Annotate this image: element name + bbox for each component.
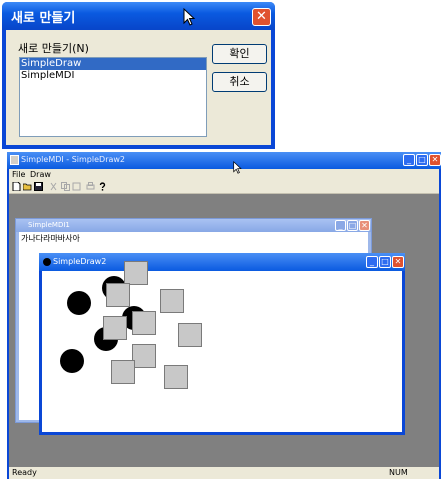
mouse-cursor-icon	[233, 161, 242, 174]
child1-minimize-button[interactable]: _	[335, 220, 346, 231]
drawn-circle	[67, 291, 91, 315]
child1-title-bar[interactable]: SimpleMDI1 _ □ ✕	[16, 219, 371, 232]
child2-minimize-button[interactable]: _	[366, 256, 378, 268]
drawn-square	[111, 360, 135, 384]
dialog-close-button[interactable]: ✕	[252, 8, 271, 26]
drawing-canvas[interactable]	[42, 261, 402, 432]
menu-draw[interactable]: Draw	[30, 169, 51, 180]
drawn-square	[106, 283, 130, 307]
status-bar: Ready NUM	[9, 467, 439, 479]
ok-button[interactable]: 확인	[212, 44, 267, 64]
app-window: SimpleMDI - SimpleDraw2 _ □ ✕ File Draw …	[7, 152, 441, 479]
drawn-square	[164, 365, 188, 389]
document-type-list[interactable]: SimpleDraw SimpleMDI	[19, 57, 207, 137]
dialog-title: 새로 만들기	[11, 11, 76, 26]
drawn-square	[103, 316, 127, 340]
dialog-body: 새로 만들기(N) SimpleDraw SimpleMDI 확인 취소	[6, 30, 271, 145]
drawn-square	[178, 323, 202, 347]
child2-title: SimpleDraw2	[53, 257, 107, 266]
child2-close-button[interactable]: ✕	[392, 256, 404, 268]
child1-maximize-button[interactable]: □	[347, 220, 358, 231]
maximize-button[interactable]: □	[416, 154, 428, 166]
toolbar	[9, 180, 439, 194]
child2-maximize-button[interactable]: □	[379, 256, 391, 268]
drawn-square	[124, 261, 148, 285]
list-label: 새로 만들기(N)	[18, 42, 89, 55]
child-window-simpledraw2[interactable]: SimpleDraw2 _ □ ✕	[39, 253, 405, 435]
open-icon[interactable]	[23, 182, 32, 191]
app-icon	[10, 155, 19, 165]
status-text: Ready	[12, 468, 37, 477]
menu-bar: File Draw	[9, 169, 439, 180]
list-item-simpledraw[interactable]: SimpleDraw	[20, 58, 206, 70]
child2-app-icon	[43, 258, 51, 266]
copy-icon	[61, 182, 70, 191]
save-icon[interactable]	[34, 182, 43, 191]
help-icon[interactable]	[98, 182, 107, 191]
cancel-button[interactable]: 취소	[212, 72, 267, 92]
mdi-client-area: SimpleMDI1 _ □ ✕ 가나다라마바사아 SimpleDraw2 _ …	[9, 194, 439, 467]
app-client: File Draw SimpleMDI1 _ □ ✕ 가나다라마바사아 Simp…	[9, 169, 439, 479]
paste-icon	[72, 182, 81, 191]
drawn-square	[160, 289, 184, 313]
new-icon[interactable]	[12, 182, 21, 191]
drawn-circle	[60, 349, 84, 373]
dialog-title-bar[interactable]: 새로 만들기 ✕	[2, 2, 275, 30]
drawn-square	[132, 344, 156, 368]
new-dialog: 새로 만들기 ✕ 새로 만들기(N) SimpleDraw SimpleMDI …	[2, 2, 275, 149]
app-title-bar[interactable]: SimpleMDI - SimpleDraw2 _ □ ✕	[7, 152, 441, 169]
close-button[interactable]: ✕	[429, 154, 441, 166]
minimize-button[interactable]: _	[403, 154, 415, 166]
mouse-cursor-icon	[183, 8, 196, 26]
drawn-square	[132, 311, 156, 335]
child1-close-button[interactable]: ✕	[359, 220, 370, 231]
child2-title-bar[interactable]: SimpleDraw2 _ □ ✕	[39, 253, 405, 271]
child1-text: 가나다라마바사아	[21, 234, 80, 243]
print-icon	[86, 182, 95, 190]
menu-file[interactable]: File	[12, 169, 25, 180]
cut-icon	[50, 182, 57, 191]
child1-title: SimpleMDI1	[28, 221, 70, 229]
num-lock-indicator: NUM	[389, 468, 408, 477]
list-item-simplemdi[interactable]: SimpleMDI	[20, 70, 206, 82]
app-title: SimpleMDI - SimpleDraw2	[21, 155, 126, 164]
